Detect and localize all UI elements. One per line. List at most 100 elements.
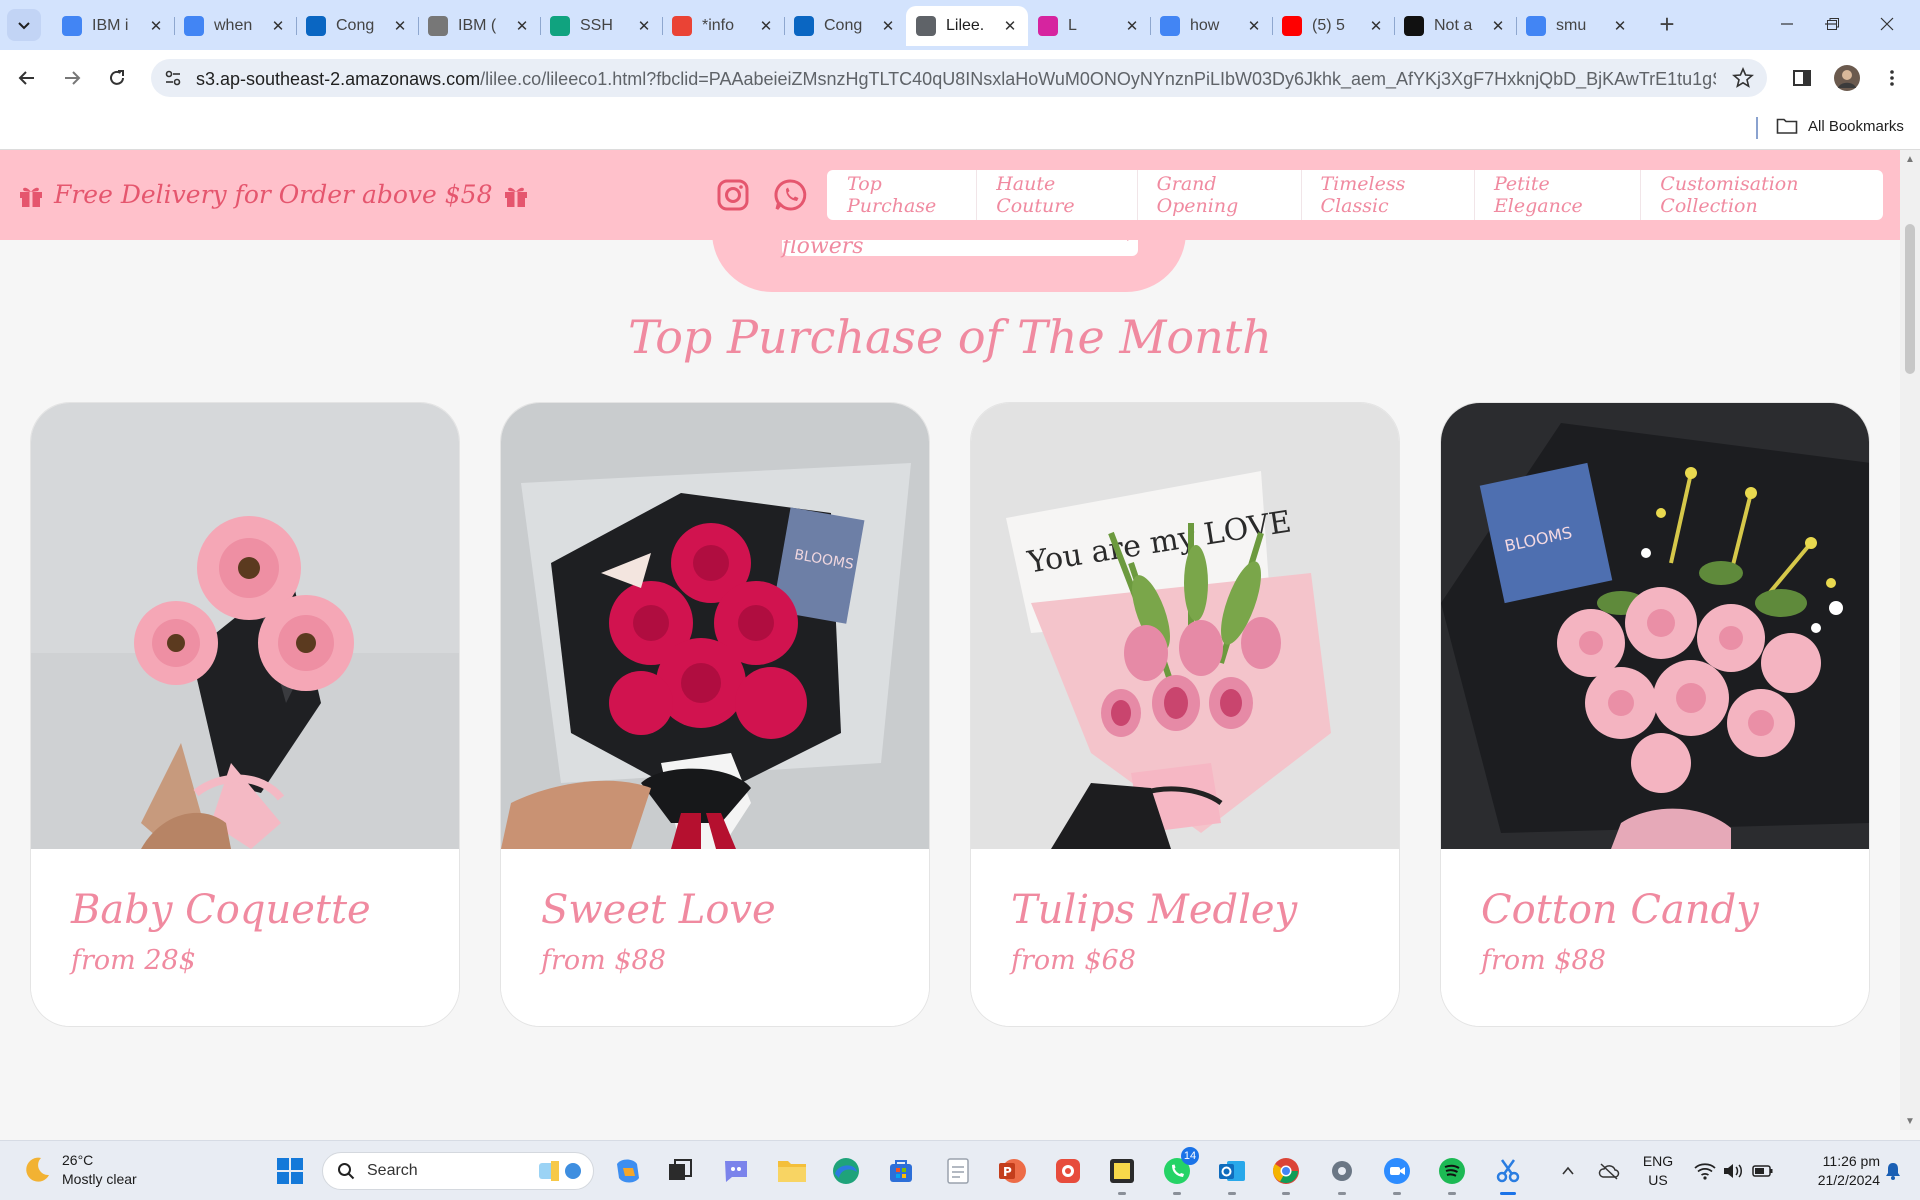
side-panel-button[interactable]: [1786, 62, 1818, 94]
instagram-icon[interactable]: [716, 178, 750, 212]
scroll-down-icon[interactable]: ▼: [1904, 1116, 1916, 1127]
page-scrollbar[interactable]: ▲ ▼: [1900, 150, 1920, 1130]
reload-button[interactable]: [101, 62, 133, 94]
profile-avatar-button[interactable]: [1831, 62, 1863, 94]
close-tab-icon[interactable]: ✕: [514, 17, 530, 35]
product-card-tulips-medley[interactable]: You are my LOVE Tulips Medley from $68: [970, 402, 1400, 1027]
close-tab-icon[interactable]: ✕: [758, 17, 774, 35]
d2l-icon: [1404, 16, 1424, 36]
microsoft-store-icon[interactable]: [883, 1153, 919, 1189]
browser-tab[interactable]: IBM i ✕: [52, 6, 174, 46]
url-host: s3.ap-southeast-2.amazonaws.com: [196, 69, 481, 89]
battery-icon[interactable]: [1748, 1153, 1778, 1189]
powerpoint-icon[interactable]: P: [994, 1153, 1030, 1189]
nav-item-timeless-classic[interactable]: Timeless Classic: [1300, 170, 1474, 220]
outlook-icon[interactable]: [1214, 1153, 1250, 1195]
teams-chat-icon[interactable]: [718, 1153, 754, 1189]
free-delivery-text: Free Delivery for Order above $58: [54, 180, 493, 209]
product-card-baby-coquette[interactable]: Baby Coquette from 28$: [30, 402, 460, 1027]
notepad-icon[interactable]: [940, 1153, 976, 1189]
running-indicator: [1338, 1192, 1346, 1195]
address-bar[interactable]: s3.ap-southeast-2.amazonaws.com/lilee.co…: [151, 59, 1767, 97]
tab-title: SSH: [580, 17, 613, 34]
product-name: Cotton Candy: [1481, 887, 1759, 933]
close-tab-icon[interactable]: ✕: [636, 17, 652, 35]
close-tab-icon[interactable]: ✕: [1490, 17, 1506, 35]
browser-tab[interactable]: Lilee. ✕: [906, 6, 1028, 46]
close-tab-icon[interactable]: ✕: [1368, 17, 1384, 35]
wifi-icon[interactable]: [1690, 1153, 1720, 1189]
snipping-tool-icon[interactable]: [1490, 1153, 1526, 1195]
screen-recorder-icon[interactable]: [1050, 1153, 1086, 1189]
search-icon: [338, 1163, 355, 1180]
settings-icon[interactable]: [1324, 1153, 1360, 1195]
scroll-thumb[interactable]: [1905, 224, 1915, 374]
copilot-icon[interactable]: [610, 1153, 646, 1189]
nav-item-grand-opening[interactable]: Grand Opening: [1136, 170, 1301, 220]
new-tab-button[interactable]: +: [1652, 10, 1682, 40]
browser-tab[interactable]: when ✕: [174, 6, 296, 46]
browser-tab[interactable]: IBM (✕: [418, 6, 540, 46]
edge-browser-icon[interactable]: [828, 1153, 864, 1189]
task-view-icon[interactable]: [662, 1153, 698, 1189]
show-hidden-icons-button[interactable]: [1554, 1153, 1582, 1189]
sticky-notes-icon[interactable]: [1104, 1153, 1140, 1195]
nav-item-top-purchase[interactable]: Top Purchase: [827, 170, 976, 220]
weather-widget[interactable]: 26°C Mostly clear: [22, 1151, 137, 1189]
forward-button[interactable]: [56, 62, 88, 94]
clock[interactable]: 11:26 pm 21/2/2024: [1790, 1152, 1880, 1190]
chrome-menu-button[interactable]: [1876, 62, 1908, 94]
close-tab-icon[interactable]: ✕: [1246, 17, 1262, 35]
zoom-icon[interactable]: [1379, 1153, 1415, 1195]
running-indicator: [1393, 1192, 1401, 1195]
browser-tab[interactable]: Not a ✕: [1394, 6, 1516, 46]
browser-tab[interactable]: SSH ✕: [540, 6, 662, 46]
clock-date: 21/2/2024: [1817, 1172, 1880, 1188]
browser-tab[interactable]: Cong ✕: [296, 6, 418, 46]
close-tab-icon[interactable]: ✕: [1124, 17, 1140, 35]
product-card-cotton-candy[interactable]: BLOOMS Cotton Candy from $88: [1440, 402, 1870, 1027]
whatsapp-app-icon[interactable]: 14: [1159, 1147, 1199, 1195]
minimize-icon: [1781, 23, 1793, 25]
scroll-up-icon[interactable]: ▲: [1904, 154, 1916, 165]
all-bookmarks-button[interactable]: All Bookmarks: [1776, 117, 1904, 135]
browser-tab[interactable]: smu ✕: [1516, 6, 1638, 46]
kebab-menu-icon: [1890, 70, 1894, 86]
close-tab-icon[interactable]: ✕: [148, 17, 164, 35]
close-window-button[interactable]: [1864, 8, 1910, 40]
file-explorer-icon[interactable]: [774, 1153, 810, 1189]
chrome-icon[interactable]: [1268, 1153, 1304, 1195]
nav-item-petite-elegance[interactable]: Petite Elegance: [1473, 170, 1640, 220]
close-tab-icon[interactable]: ✕: [392, 17, 408, 35]
volume-icon[interactable]: [1718, 1153, 1748, 1189]
site-info-icon[interactable]: [161, 66, 185, 90]
bookmark-star-icon[interactable]: [1731, 66, 1755, 90]
browser-tab[interactable]: (5) 5 ✕: [1272, 6, 1394, 46]
restore-window-button[interactable]: [1810, 8, 1856, 40]
cloud-sync-icon[interactable]: [1594, 1153, 1624, 1189]
input-language[interactable]: ENG US: [1640, 1152, 1676, 1190]
back-button[interactable]: [11, 62, 43, 94]
tab-title: smu: [1556, 17, 1587, 34]
notifications-icon[interactable]: [1878, 1153, 1908, 1189]
nav-item-haute-couture[interactable]: Haute Couture: [976, 170, 1136, 220]
spotify-icon[interactable]: [1434, 1153, 1470, 1195]
browser-tab[interactable]: *info ✕: [662, 6, 784, 46]
tab-search-button[interactable]: [7, 9, 41, 41]
web-page: To order or customise flowers Free Deliv…: [0, 150, 1900, 1130]
close-tab-icon[interactable]: ✕: [270, 17, 286, 35]
close-tab-icon[interactable]: ✕: [1612, 17, 1628, 35]
taskbar-search[interactable]: Search: [322, 1152, 594, 1190]
close-tab-icon[interactable]: ✕: [880, 17, 896, 35]
browser-tab[interactable]: Cong ✕: [784, 6, 906, 46]
start-button[interactable]: [272, 1153, 308, 1189]
nav-item-customisation-collection[interactable]: Customisation Collection: [1640, 170, 1883, 220]
browser-tab[interactable]: how ✕: [1150, 6, 1272, 46]
url-text[interactable]: s3.ap-southeast-2.amazonaws.com/lilee.co…: [196, 69, 1716, 90]
minimize-window-button[interactable]: [1764, 8, 1810, 40]
product-card-sweet-love[interactable]: BLOOMS Sweet Love from $88: [500, 402, 930, 1027]
whatsapp-icon[interactable]: [774, 178, 808, 212]
browser-tab-bar: IBM i ✕ when ✕ Cong ✕ IBM (✕ SSH ✕ *info ✕ Cong ✕ Lil…: [0, 0, 1920, 50]
browser-tab[interactable]: L ✕: [1028, 6, 1150, 46]
close-tab-icon[interactable]: ✕: [1002, 17, 1018, 35]
